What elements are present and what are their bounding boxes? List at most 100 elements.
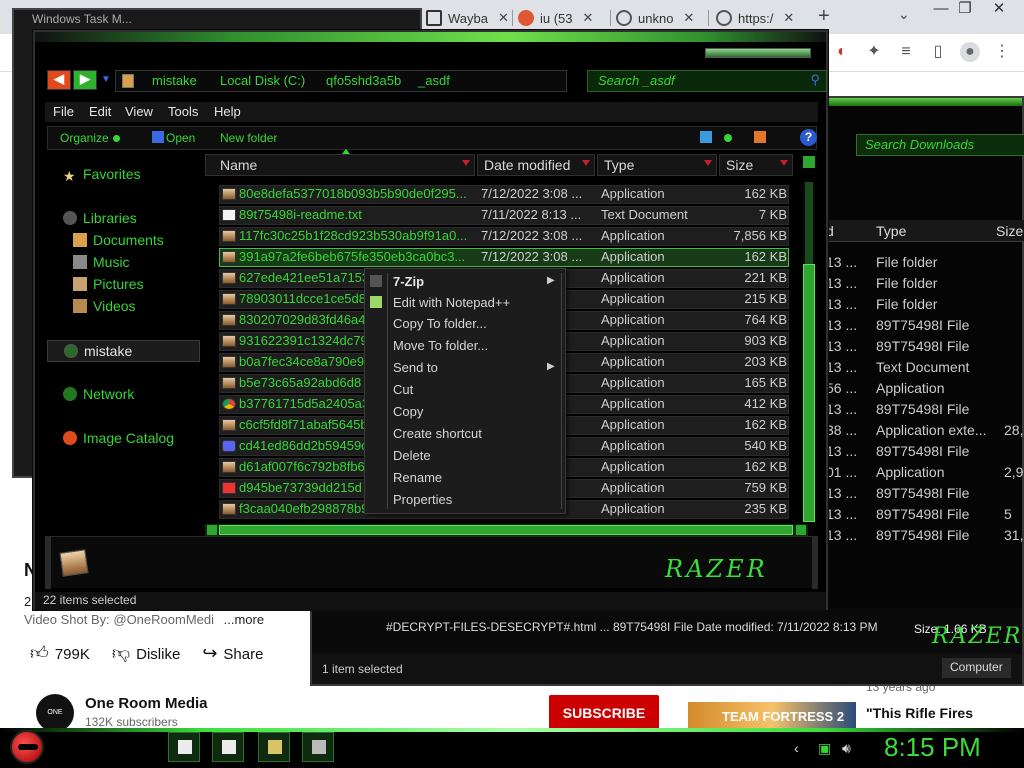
search-icon[interactable]: ⚲	[810, 72, 820, 88]
help-icon[interactable]: ?	[800, 129, 817, 146]
menu-file[interactable]: File	[53, 104, 74, 119]
view-options-icon[interactable]	[700, 131, 712, 143]
share-button[interactable]: ↪ Share	[202, 643, 263, 664]
context-menu-item[interactable]: Delete	[365, 445, 565, 467]
breadcrumb-mistake[interactable]: mistake	[152, 73, 197, 88]
column-size[interactable]: Size	[996, 223, 1023, 239]
nav-network[interactable]: Network	[63, 386, 134, 402]
nav-music[interactable]: Music	[73, 254, 130, 270]
channel-name[interactable]: One Room Media	[85, 695, 208, 712]
nav-favorites[interactable]: ★ Favorites	[63, 166, 141, 184]
recent-pages-dropdown[interactable]: ▼	[101, 74, 111, 85]
column-dropdown-icon[interactable]	[704, 160, 712, 166]
breadcrumb-current[interactable]: _asdf	[418, 73, 450, 88]
scrollbar-thumb[interactable]	[803, 264, 815, 522]
more-link[interactable]: ...more	[224, 612, 264, 627]
close-icon[interactable]: ✕	[683, 10, 694, 26]
clock[interactable]: 8:15 PM	[884, 732, 981, 763]
new-tab-icon[interactable]: +	[818, 5, 830, 28]
network-tray-icon[interactable]: ▣	[818, 740, 831, 757]
context-menu-item[interactable]: Copy	[365, 401, 565, 423]
show-hidden-icons-icon[interactable]: ‹	[794, 740, 799, 756]
subscribe-button[interactable]: SUBSCRIBE	[549, 695, 659, 731]
context-menu-item[interactable]: Rename	[365, 467, 565, 489]
nav-libraries[interactable]: Libraries	[63, 210, 137, 226]
column-type[interactable]: Type	[597, 154, 717, 176]
related-video-title[interactable]: "This Rifle Fires	[866, 705, 973, 721]
search-box[interactable]: Search _asdf ⚲	[587, 70, 827, 92]
file-row[interactable]: 391a97a2fe6beb675fe350eb3ca0bc3... 7/12/2…	[219, 247, 791, 268]
browser-tab-unknown[interactable]: unkno ✕	[608, 4, 702, 32]
scroll-right-button[interactable]	[796, 525, 806, 535]
close-window-icon[interactable]: ✕	[982, 0, 1016, 18]
extension-icon[interactable]: ◐	[832, 42, 852, 62]
vertical-scrollbar[interactable]	[803, 182, 815, 522]
taskbar-app-4[interactable]	[302, 732, 334, 762]
breadcrumb-folder[interactable]: qfo5shd3a5b	[326, 73, 401, 88]
context-menu-item[interactable]: Copy To folder...	[365, 313, 565, 335]
context-menu-item[interactable]: Cut	[365, 379, 565, 401]
table-row[interactable]: 13 ... File folder	[824, 252, 1024, 273]
menu-view[interactable]: View	[125, 104, 153, 119]
video-description[interactable]: Video Shot By: @OneRoomMedi ...more	[24, 612, 264, 627]
table-row[interactable]: 01 ... Application 2,9	[824, 462, 1024, 483]
scroll-left-button[interactable]	[207, 525, 217, 535]
table-row[interactable]: 13 ... 89T75498I File	[824, 336, 1024, 357]
nav-documents[interactable]: Documents	[73, 232, 164, 248]
table-row[interactable]: 13 ... 89T75498I File	[824, 399, 1024, 420]
like-button[interactable]: 👍︎ 799K	[30, 642, 90, 664]
taskbar-app-3[interactable]	[258, 732, 290, 762]
table-row[interactable]: 13 ... File folder	[824, 294, 1024, 315]
context-menu-item[interactable]: Properties	[365, 489, 565, 511]
back-button[interactable]: ◀	[47, 70, 71, 90]
file-row[interactable]: 117fc30c25b1f28cd923b530ab9f91a0... 7/12/…	[219, 226, 791, 247]
breadcrumb-local-disk[interactable]: Local Disk (C:)	[220, 73, 305, 88]
table-row[interactable]: 38 ... Application exte... 28,8	[824, 420, 1024, 441]
nav-pictures[interactable]: Pictures	[73, 276, 144, 292]
table-row[interactable]: 13 ... 89T75498I File	[824, 315, 1024, 336]
scrollbar-thumb[interactable]	[219, 525, 793, 535]
side-panel-icon[interactable]: ▯	[928, 42, 948, 62]
column-type[interactable]: Type	[876, 223, 906, 239]
column-date-modified[interactable]: Date modified	[477, 154, 595, 176]
column-name[interactable]: Name	[205, 149, 475, 176]
nav-image-catalog[interactable]: Image Catalog	[63, 430, 174, 446]
puzzle-icon[interactable]: ✦	[864, 42, 884, 62]
new-folder-button[interactable]: New folder	[220, 131, 277, 145]
table-row[interactable]: 13 ... File folder	[824, 273, 1024, 294]
window-controls[interactable]	[705, 48, 811, 58]
column-dropdown-icon[interactable]	[780, 160, 788, 166]
horizontal-scrollbar[interactable]	[205, 524, 808, 536]
start-button-angry-bird-icon[interactable]	[10, 730, 44, 764]
table-row[interactable]: 56 ... Application	[824, 378, 1024, 399]
context-menu-item[interactable]: Create shortcut	[365, 423, 565, 445]
open-button[interactable]: Open	[166, 131, 195, 145]
browser-tab-https[interactable]: https:/ ✕	[708, 4, 802, 32]
taskbar-app-2[interactable]	[212, 732, 244, 762]
browser-tab-wayback[interactable]: Wayba ✕	[418, 4, 517, 32]
menu-tools[interactable]: Tools	[168, 104, 198, 119]
nav-videos[interactable]: Videos	[73, 298, 136, 314]
table-row[interactable]: 13 ... Text Document	[824, 357, 1024, 378]
volume-icon[interactable]: 🔊︎	[842, 740, 851, 757]
search-input[interactable]: Search Downloads	[856, 134, 1024, 156]
chevron-down-icon[interactable]: ⌄	[898, 6, 910, 23]
close-icon[interactable]: ✕	[583, 10, 594, 26]
column-dropdown-icon[interactable]	[462, 160, 470, 166]
context-menu-item[interactable]: 7-Zip ▶	[365, 271, 565, 293]
dislike-button[interactable]: 👎︎ Dislike	[112, 642, 180, 664]
table-row[interactable]: 13 ... 89T75498I File	[824, 483, 1024, 504]
kebab-menu-icon[interactable]: ⋮	[992, 42, 1012, 62]
context-menu-item[interactable]: Edit with Notepad++	[365, 292, 565, 314]
context-menu-item[interactable]: Move To folder...	[365, 335, 565, 357]
window-title-bar[interactable]	[35, 32, 826, 42]
taskbar-app-1[interactable]	[168, 732, 200, 762]
column-size[interactable]: Size	[719, 154, 793, 176]
forward-button[interactable]: ▶	[73, 70, 97, 90]
close-icon[interactable]: ✕	[498, 10, 509, 26]
file-row[interactable]: 80e8defa5377018b093b5b90de0f295... 7/12/2…	[219, 184, 791, 205]
close-icon[interactable]: ✕	[783, 10, 794, 26]
menu-edit[interactable]: Edit	[89, 104, 111, 119]
search-input[interactable]: Search _asdf	[598, 73, 675, 88]
profile-avatar[interactable]: ●	[960, 42, 980, 62]
